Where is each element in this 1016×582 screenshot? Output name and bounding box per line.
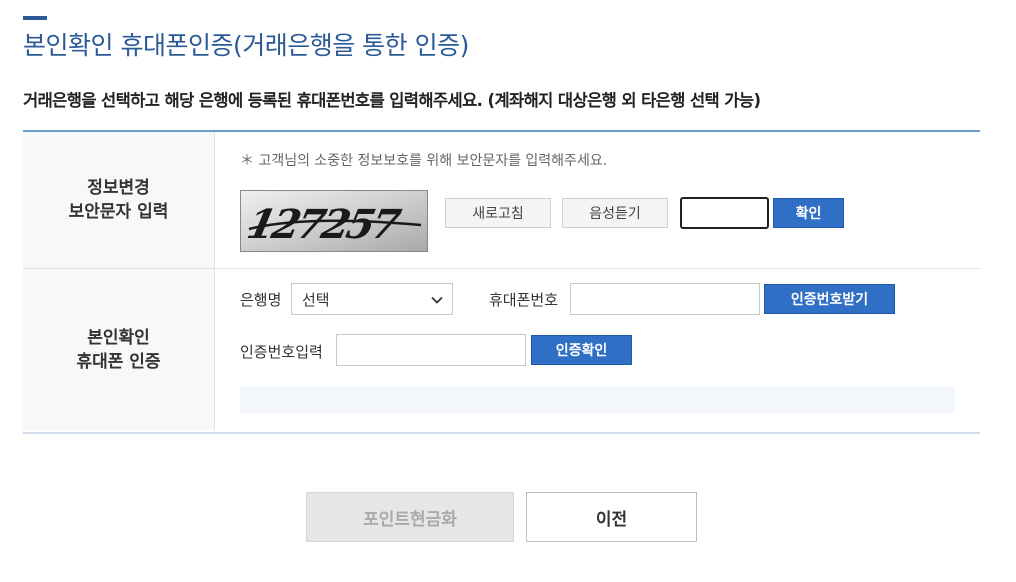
captcha-confirm-button[interactable]: 확인 [773,198,844,228]
refresh-captcha-button[interactable]: 새로고침 [445,198,551,228]
captcha-image: 127257 [240,190,428,252]
captcha-row-label: 정보변경 보안문자 입력 [23,132,215,268]
captcha-row: 정보변경 보안문자 입력 ＊ 고객님의 소중한 정보보호를 위해 보안문자를 입… [23,132,980,269]
page-title: 본인확인 휴대폰인증(거래은행을 통한 인증) [23,31,469,60]
phone-number-label: 휴대폰번호 [489,291,559,309]
phone-row-label: 본인확인 휴대폰 인증 [23,269,215,430]
page: 본인확인 휴대폰인증(거래은행을 통한 인증) 거래은행을 선택하고 해당 은행… [0,0,1016,582]
prev-button[interactable]: 이전 [526,492,697,542]
phone-verify-row: 본인확인 휴대폰 인증 은행명 선택 휴대폰번호 인증번호받기 인증번호입력 인… [23,269,980,430]
bank-label: 은행명 [240,291,282,309]
cash-points-button[interactable]: 포인트현금화 [306,492,514,542]
request-code-button[interactable]: 인증번호받기 [764,284,895,314]
chevron-down-icon [430,293,444,311]
audio-captcha-button[interactable]: 음성듣기 [562,198,668,228]
phone-number-input[interactable] [570,283,760,315]
captcha-label-line1: 정보변경 [87,178,150,198]
bank-select-value: 선택 [302,290,330,309]
phone-label-line2: 휴대폰 인증 [76,351,161,372]
code-label: 인증번호입력 [240,343,323,361]
info-strip [240,386,955,413]
captcha-input[interactable] [680,197,769,229]
bank-select[interactable]: 선택 [291,283,453,315]
code-input[interactable] [336,334,526,366]
phone-label-line1: 본인확인 [87,327,150,348]
title-accent-bar [23,16,47,20]
verification-form: 정보변경 보안문자 입력 ＊ 고객님의 소중한 정보보호를 위해 보안문자를 입… [23,130,980,434]
captcha-note: ＊ 고객님의 소중한 정보보호를 위해 보안문자를 입력해주세요. [240,153,608,169]
captcha-label-line2: 보안문자 입력 [68,202,169,222]
page-description: 거래은행을 선택하고 해당 은행에 등록된 휴대폰번호를 입력해주세요. (계좌… [23,91,761,110]
verify-code-button[interactable]: 인증확인 [531,335,632,365]
